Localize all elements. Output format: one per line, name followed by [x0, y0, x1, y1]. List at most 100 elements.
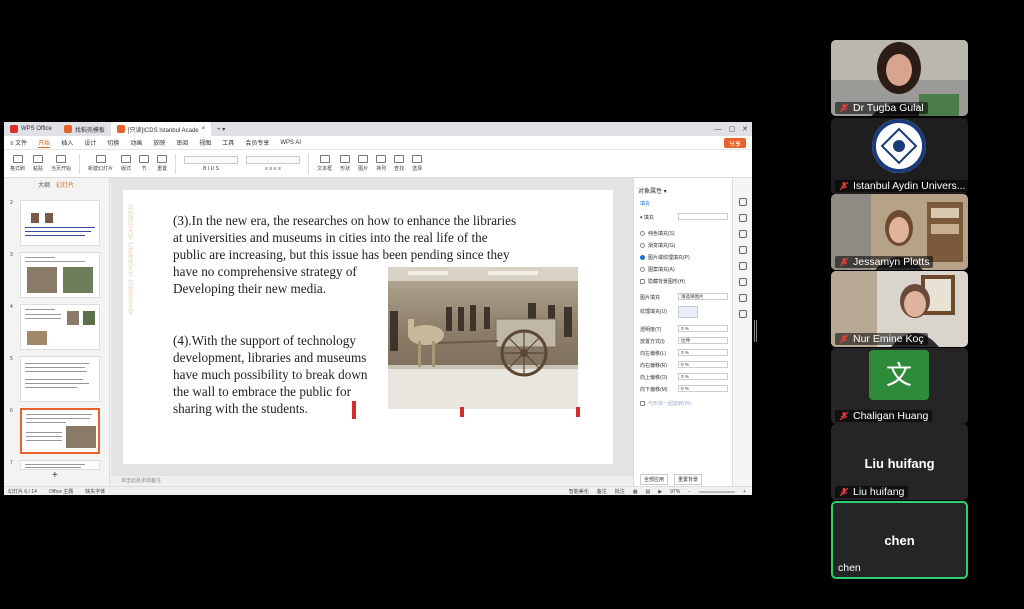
select-icon — [412, 155, 423, 163]
zoom-out-icon[interactable]: − — [688, 489, 691, 495]
menu-member[interactable]: 会员专享 — [245, 138, 269, 147]
checkbox-box — [640, 401, 645, 406]
select-button[interactable]: 选择 — [412, 155, 422, 172]
animation-icon[interactable] — [739, 230, 747, 238]
menu-view[interactable]: 视图 — [199, 138, 211, 147]
menu-review[interactable]: 审阅 — [176, 138, 188, 147]
fill-select[interactable] — [678, 213, 728, 220]
ribbon-label: 节 — [141, 166, 147, 172]
section-button[interactable]: 节 — [139, 155, 150, 172]
participant-tile-istanbul-aydin[interactable]: Istanbul Aydin Univers... — [831, 118, 968, 194]
new-tab-button[interactable]: + ▾ — [211, 122, 231, 136]
font-name-select[interactable] — [184, 155, 239, 164]
property-icon[interactable] — [739, 198, 747, 206]
reset-icon — [157, 155, 168, 163]
picture-button[interactable]: 图片 — [358, 155, 368, 172]
minimize-icon[interactable]: — — [715, 126, 722, 133]
arrange-button[interactable]: 排列 — [376, 155, 386, 172]
current-slide[interactable]: 北京师范大学 北京师范大学 北京师范大学 (3).In the new era,… — [123, 190, 613, 464]
play-icon[interactable]: ▶ — [658, 489, 662, 495]
paragraph-4[interactable]: (4).With the support of technology devel… — [173, 332, 367, 417]
find-button[interactable]: 查找 — [394, 155, 404, 172]
radio-picture-fill[interactable]: 图片或纹理填充(P) — [640, 254, 690, 261]
view-normal-icon[interactable]: ▦ — [633, 489, 638, 495]
tab-wps-office[interactable]: WPS Office — [4, 122, 58, 136]
layers-icon[interactable] — [739, 278, 747, 286]
picture-fill-select[interactable]: 请选择图片 — [678, 293, 728, 300]
format-painter-button[interactable]: 格式刷 — [10, 155, 25, 172]
star-icon[interactable] — [739, 214, 747, 222]
missing-font[interactable]: 缺失字体 — [85, 488, 105, 495]
menu-file[interactable]: ≡ 文件 — [10, 138, 27, 147]
menu-design[interactable]: 设计 — [84, 138, 96, 147]
reset-background-button[interactable]: 重置背景 — [674, 474, 703, 485]
layout-button[interactable]: 版式 — [121, 155, 131, 172]
notes-placeholder[interactable]: 单击此处添加备注 — [111, 476, 633, 486]
reset-button[interactable]: 重置 — [157, 155, 167, 172]
offset-left-input[interactable]: 0 % — [678, 349, 728, 356]
participant-tile-jessamyn[interactable]: Jessamyn Plotts — [831, 194, 968, 270]
fill-section-header[interactable]: ▾ 填充 — [640, 214, 654, 221]
participant-tile-nur-emine[interactable]: Nur Emine Koç — [831, 271, 968, 347]
maximize-icon[interactable]: ▢ — [729, 125, 736, 133]
slide-number: 3 — [10, 252, 13, 258]
placement-select[interactable]: 拉伸 — [678, 337, 728, 344]
new-slide-button[interactable]: 新建幻灯片 — [88, 155, 113, 172]
menu-insert[interactable]: 插入 — [61, 138, 73, 147]
share-button[interactable]: 分享 — [723, 138, 746, 148]
add-slide-button[interactable]: + — [52, 470, 58, 481]
offset-up-input[interactable]: 0 % — [678, 373, 728, 380]
transition-icon[interactable] — [739, 246, 747, 254]
tab-fill[interactable]: 填充 — [640, 200, 650, 207]
textbox-button[interactable]: 文本框 — [317, 155, 332, 172]
bold-italic-icons[interactable]: B I U S — [203, 166, 219, 172]
participant-tile-liu-huifang[interactable]: Liu huifang Liu huifang — [831, 424, 968, 500]
tab-template[interactable]: 找稻壳模板 — [58, 122, 111, 136]
museum-chariot-photo[interactable] — [388, 267, 578, 409]
menu-animation[interactable]: 动画 — [130, 138, 142, 147]
radio-pattern-fill[interactable]: 图案填充(A) — [640, 266, 675, 273]
align-icons[interactable]: ≡ ≡ ≡ ≡ — [265, 166, 281, 172]
tab-close-icon[interactable]: × — [202, 126, 206, 132]
radio-solid-fill[interactable]: 纯色填充(S) — [640, 230, 675, 237]
panel-splitter-handle[interactable] — [754, 320, 757, 342]
share-icon[interactable] — [739, 262, 747, 270]
menu-transition[interactable]: 切换 — [107, 138, 119, 147]
magic-icon[interactable] — [739, 294, 747, 302]
shape-button[interactable]: 形状 — [340, 155, 350, 172]
texture-select[interactable] — [678, 306, 698, 318]
zoom-in-icon[interactable]: + — [743, 489, 746, 495]
paragraph-select[interactable] — [246, 155, 301, 164]
offset-down-input[interactable]: 0 % — [678, 385, 728, 392]
participant-tile-chen[interactable]: chen chen — [831, 501, 968, 579]
tab-slides[interactable]: 幻灯片 — [56, 180, 74, 189]
radio-gradient-fill[interactable]: 渐变填充(G) — [640, 242, 675, 249]
zoom-slider[interactable] — [699, 490, 736, 493]
apply-all-button[interactable]: 全部应用 — [640, 474, 669, 485]
menu-home[interactable]: 开始 — [38, 138, 51, 148]
meeting-stage: WPS Office 找稻壳模板 [只读]ICDS Istanbul Acade… — [0, 0, 1024, 609]
paste-button[interactable]: 粘贴 — [33, 155, 43, 172]
transparency-input[interactable]: 0 % — [678, 325, 728, 332]
view-sorter-icon[interactable]: ▤ — [646, 489, 651, 495]
theme-name[interactable]: Office 主题 — [49, 488, 73, 495]
menu-wps-ai[interactable]: WPS AI — [280, 140, 301, 146]
offset-right-input[interactable]: 0 % — [678, 361, 728, 368]
zoom-level[interactable]: 97% — [670, 489, 680, 495]
tab-outline[interactable]: 大纲 — [38, 180, 50, 189]
find-icon — [394, 155, 405, 163]
start-from-current-button[interactable]: 当页开始 — [51, 155, 71, 172]
notes-button[interactable]: 备注 — [597, 488, 607, 495]
help-icon[interactable] — [739, 310, 747, 318]
beautify-button[interactable]: 智能美化 — [569, 488, 589, 495]
checkbox-hide-background[interactable]: 隐藏背景图形(H) — [640, 278, 685, 285]
field-label: 向左偏移(L) — [640, 351, 667, 357]
menu-slideshow[interactable]: 放映 — [153, 138, 165, 147]
participant-tile-tugba[interactable]: Dr Tugba Gulal — [831, 40, 968, 116]
checkbox-rotate-with-shape[interactable]: 与形状一起旋转(W) — [640, 400, 691, 407]
participant-tile-chaligan[interactable]: 文 Chaligan Huang — [831, 348, 968, 424]
comments-button[interactable]: 批注 — [615, 488, 625, 495]
menu-tools[interactable]: 工具 — [222, 138, 234, 147]
close-icon[interactable]: ✕ — [742, 125, 748, 133]
tab-presentation[interactable]: [只读]ICDS Istanbul Acade × — [110, 122, 212, 136]
